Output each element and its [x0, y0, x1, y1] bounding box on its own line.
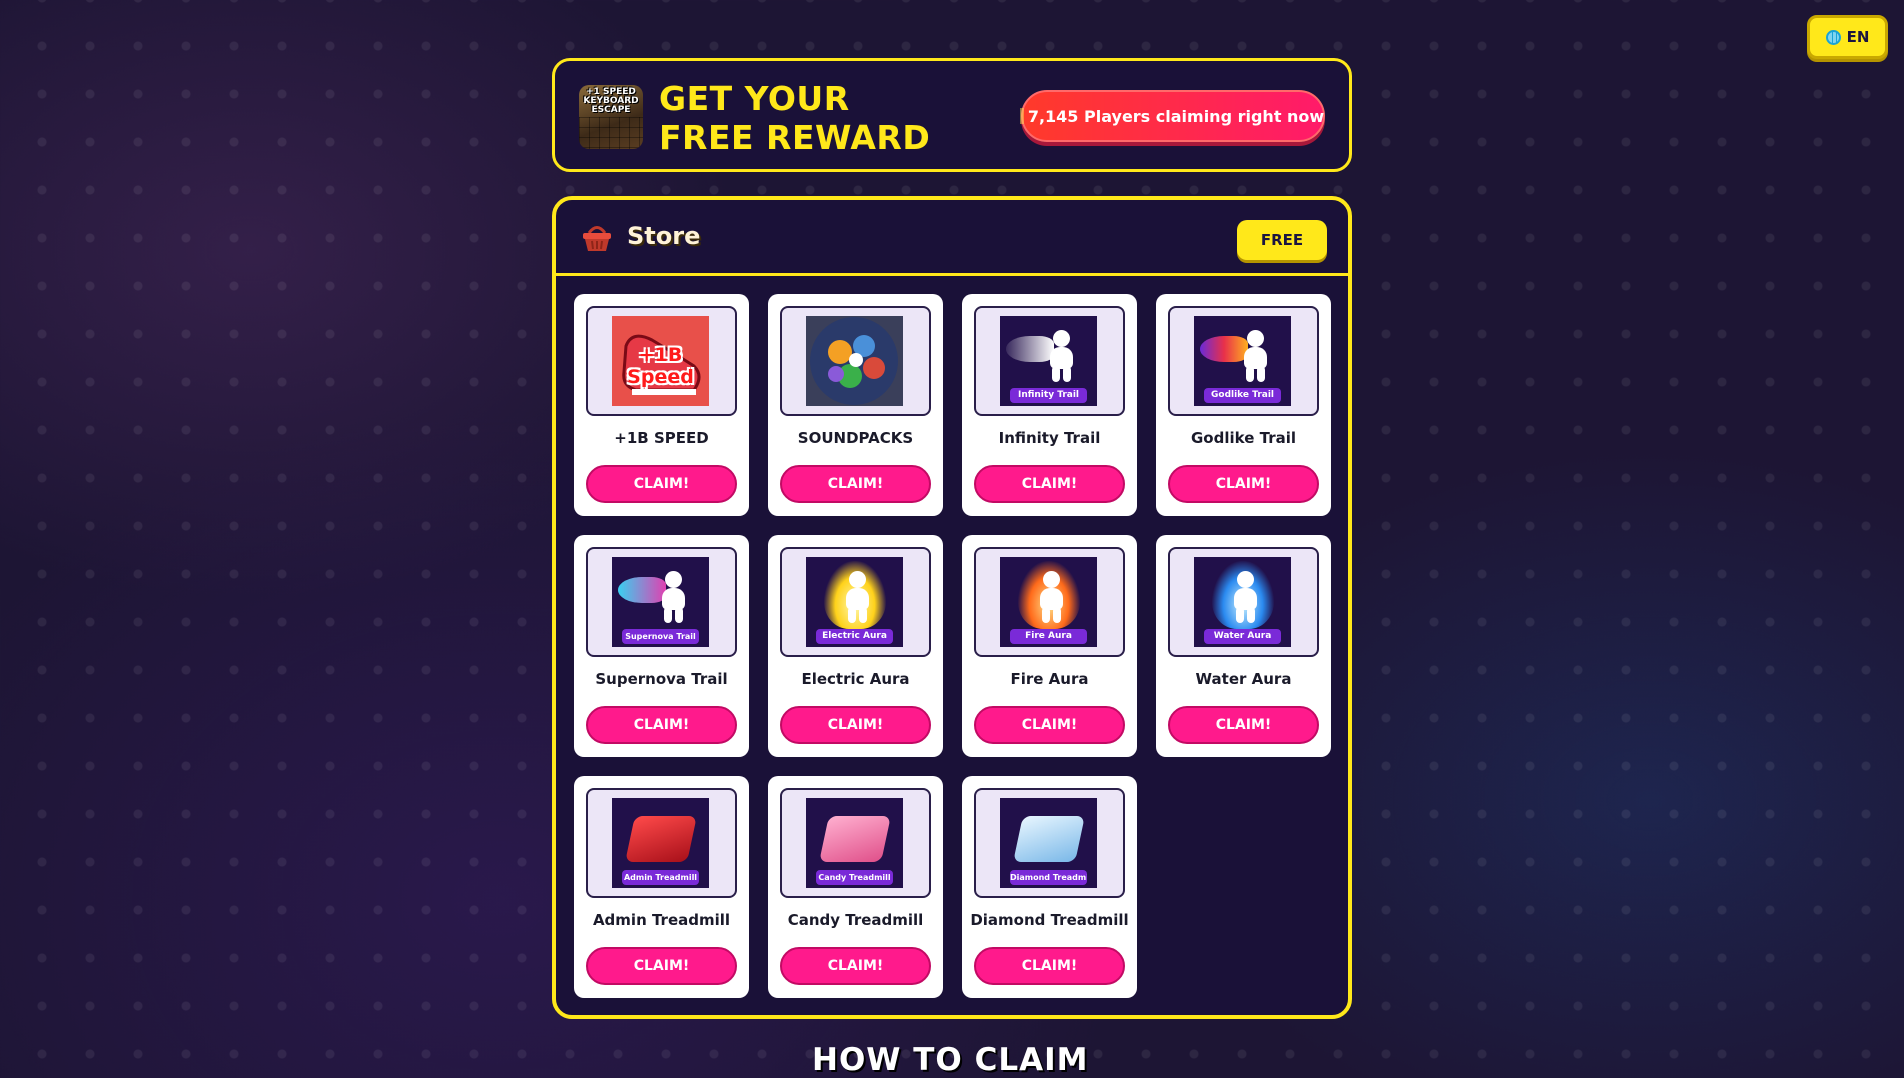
thumb-label: Candy Treadmill — [816, 870, 893, 885]
store-item: Electric Aura Electric Aura CLAIM! — [768, 535, 943, 757]
avatar-figure — [658, 571, 688, 623]
how-to-claim-heading: HOW TO CLAIM ? — [812, 1042, 1102, 1078]
claim-button[interactable]: CLAIM! — [1168, 706, 1319, 744]
item-name: Diamond Treadmill — [970, 911, 1129, 929]
claim-button[interactable]: CLAIM! — [780, 706, 931, 744]
treadmill-shape — [1013, 816, 1085, 862]
item-thumbnail-frame: Candy Treadmill — [780, 788, 931, 898]
item-thumbnail-frame: Electric Aura — [780, 547, 931, 657]
item-thumbnail-frame: Fire Aura — [974, 547, 1125, 657]
item-thumbnail-frame: Diamond Treadmill — [974, 788, 1125, 898]
store-item: Diamond Treadmill Diamond Treadmill CLAI… — [962, 776, 1137, 998]
item-thumbnail-frame: Supernova Trail — [586, 547, 737, 657]
admin-treadmill-image: Admin Treadmill — [612, 798, 709, 888]
claim-button[interactable]: CLAIM! — [974, 706, 1125, 744]
avatar-figure — [1046, 330, 1076, 382]
candy-treadmill-image: Candy Treadmill — [806, 798, 903, 888]
item-thumbnail-frame: Water Aura — [1168, 547, 1319, 657]
avatar-figure — [1240, 330, 1270, 382]
supernova-trail-image: Supernova Trail — [612, 557, 709, 647]
store-panel: Store FREE +1B Speed +1B SPEED CLAIM! SO… — [552, 196, 1352, 1019]
treadmill-shape — [819, 816, 891, 862]
store-item: Candy Treadmill Candy Treadmill CLAIM! — [768, 776, 943, 998]
claim-button[interactable]: CLAIM! — [586, 465, 737, 503]
thumb-label: Godlike Trail — [1204, 388, 1281, 403]
store-header: Store FREE — [556, 200, 1348, 276]
thumb-label: Diamond Treadmill — [1010, 870, 1087, 885]
item-name: Godlike Trail — [1191, 429, 1296, 447]
soundpacks-image — [806, 316, 903, 406]
claim-button[interactable]: CLAIM! — [974, 465, 1125, 503]
avatar-figure — [842, 571, 872, 623]
thumb-label: Fire Aura — [1010, 629, 1087, 644]
claim-button[interactable]: CLAIM! — [780, 947, 931, 985]
avatar-figure — [1036, 571, 1066, 623]
item-thumbnail-frame — [780, 306, 931, 416]
basket-icon — [583, 226, 611, 251]
store-item: SOUNDPACKS CLAIM! — [768, 294, 943, 516]
how-to-claim-text: HOW TO CLAIM — [812, 1042, 1089, 1078]
item-name: +1B SPEED — [614, 429, 709, 447]
store-item: Water Aura Water Aura CLAIM! — [1156, 535, 1331, 757]
page-title: GET YOUR FREE REWARD — [659, 79, 931, 157]
item-name: Candy Treadmill — [787, 911, 924, 929]
item-name: Water Aura — [1195, 670, 1292, 688]
store-item: Fire Aura Fire Aura CLAIM! — [962, 535, 1137, 757]
claim-button[interactable]: CLAIM! — [586, 947, 737, 985]
item-name: SOUNDPACKS — [797, 429, 914, 447]
players-claiming-text: 7,145 Players claiming right now — [1027, 106, 1325, 126]
item-thumbnail-frame: Godlike Trail — [1168, 306, 1319, 416]
item-name: Admin Treadmill — [592, 911, 731, 929]
godlike-trail-image: Godlike Trail — [1194, 316, 1291, 406]
store-item: Supernova Trail Supernova Trail CLAIM! — [574, 535, 749, 757]
item-thumbnail-frame: +1B Speed — [586, 306, 737, 416]
claim-button[interactable]: CLAIM! — [1168, 465, 1319, 503]
free-filter-button[interactable]: FREE — [1237, 220, 1327, 260]
language-button[interactable]: EN — [1807, 15, 1888, 59]
item-name: Fire Aura — [1010, 670, 1089, 688]
item-name: Supernova Trail — [595, 670, 728, 688]
thumb-label: Admin Treadmill — [622, 870, 699, 885]
game-icon-text: +1 SPEED KEYBOARD ESCAPE — [583, 87, 639, 115]
item-thumbnail-frame: Infinity Trail — [974, 306, 1125, 416]
store-item: Godlike Trail Godlike Trail CLAIM! — [1156, 294, 1331, 516]
claim-button[interactable]: CLAIM! — [974, 947, 1125, 985]
thumb-label: Water Aura — [1204, 629, 1281, 644]
header-card: +1 SPEED KEYBOARD ESCAPE GET YOUR FREE R… — [552, 58, 1352, 172]
store-item: +1B Speed +1B SPEED CLAIM! — [574, 294, 749, 516]
item-name: Infinity Trail — [998, 429, 1101, 447]
diamond-treadmill-image: Diamond Treadmill — [1000, 798, 1097, 888]
game-icon: +1 SPEED KEYBOARD ESCAPE — [579, 85, 643, 149]
claim-button[interactable]: CLAIM! — [780, 465, 931, 503]
treadmill-shape — [625, 816, 697, 862]
claim-button[interactable]: CLAIM! — [586, 706, 737, 744]
water-aura-image: Water Aura — [1194, 557, 1291, 647]
speed-shoe-image: +1B Speed — [612, 316, 709, 406]
fire-aura-image: Fire Aura — [1000, 557, 1097, 647]
avatar-figure — [1230, 571, 1260, 623]
thumb-label: Infinity Trail — [1010, 388, 1087, 403]
item-name: Electric Aura — [801, 670, 910, 688]
store-title: Store — [627, 222, 701, 250]
globe-icon — [1825, 29, 1841, 45]
store-item: Admin Treadmill Admin Treadmill CLAIM! — [574, 776, 749, 998]
electric-aura-image: Electric Aura — [806, 557, 903, 647]
speed-thumb-text: +1B Speed — [627, 344, 694, 388]
store-items-grid: +1B Speed +1B SPEED CLAIM! SOUNDPACKS CL… — [574, 294, 1331, 998]
item-thumbnail-frame: Admin Treadmill — [586, 788, 737, 898]
players-claiming-pill: 7,145 Players claiming right now — [1021, 90, 1325, 142]
game-icon-floor — [579, 117, 643, 149]
language-label: EN — [1846, 28, 1870, 46]
infinity-trail-image: Infinity Trail — [1000, 316, 1097, 406]
store-item: Infinity Trail Infinity Trail CLAIM! — [962, 294, 1137, 516]
thumb-label: Electric Aura — [816, 629, 893, 644]
thumb-label: Supernova Trail — [622, 629, 699, 644]
